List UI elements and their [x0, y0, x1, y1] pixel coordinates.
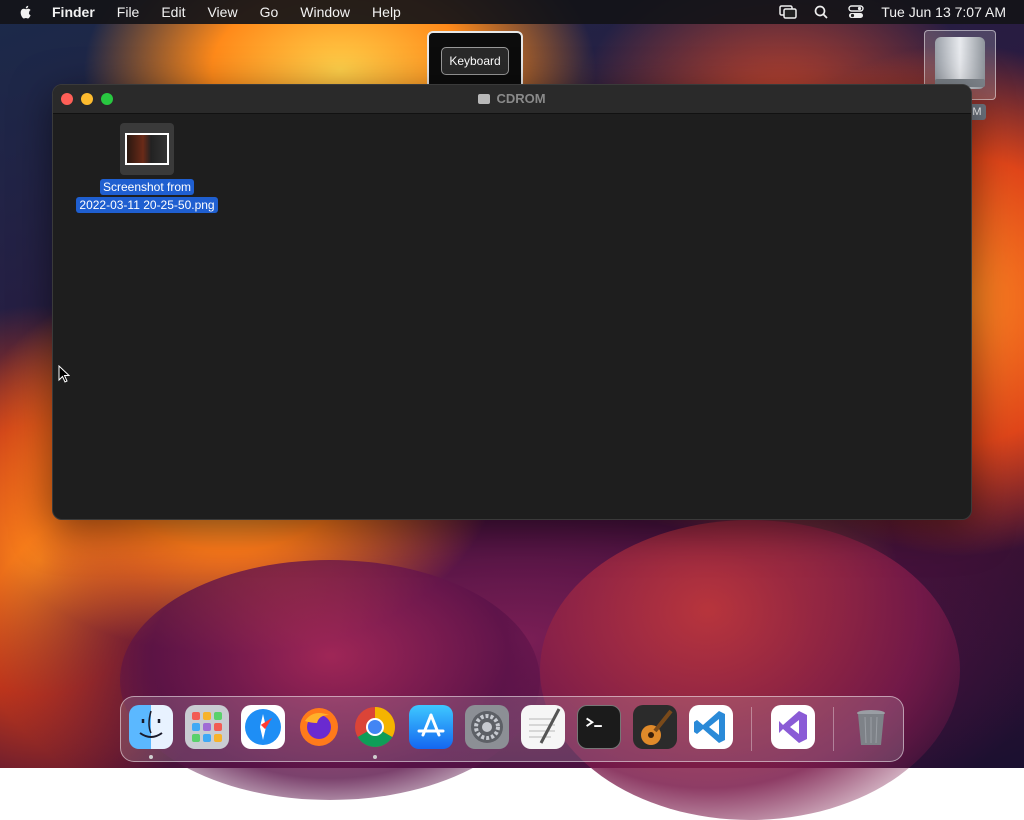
- cdrom-icon: [478, 94, 491, 104]
- running-indicator: [373, 755, 377, 759]
- app-store-icon[interactable]: [409, 705, 453, 749]
- menu-view[interactable]: View: [207, 4, 237, 20]
- spotlight-search-icon[interactable]: [813, 4, 831, 20]
- system-settings-icon[interactable]: [465, 705, 509, 749]
- menu-app-name[interactable]: Finder: [52, 4, 95, 20]
- terminal-icon[interactable]: [577, 705, 621, 749]
- menu-edit[interactable]: Edit: [161, 4, 185, 20]
- running-indicator: [149, 755, 153, 759]
- garageband-icon[interactable]: [633, 705, 677, 749]
- firefox-icon[interactable]: [297, 705, 341, 749]
- file-name-line2[interactable]: 2022-03-11 20-25-50.png: [76, 197, 218, 213]
- window-title: CDROM: [53, 85, 971, 113]
- safari-icon[interactable]: [241, 705, 285, 749]
- file-item[interactable]: Screenshot from 2022-03-11 20-25-50.png: [67, 123, 227, 214]
- file-name-line1[interactable]: Screenshot from: [99, 179, 195, 195]
- window-titlebar[interactable]: CDROM: [53, 85, 971, 114]
- wallpaper-shape: [540, 520, 960, 820]
- finder-icon[interactable]: [129, 705, 173, 749]
- wallpaper-shape: [120, 560, 540, 800]
- menu-help[interactable]: Help: [372, 4, 401, 20]
- apple-menu-icon[interactable]: [18, 4, 34, 20]
- dock-separator: [833, 707, 834, 751]
- mouse-pointer-icon: [58, 365, 70, 383]
- control-center-icon[interactable]: [847, 4, 865, 20]
- trash-icon[interactable]: [849, 705, 893, 749]
- menu-bar: Finder File Edit View Go Window Help Tue…: [0, 0, 1024, 24]
- chrome-icon[interactable]: [353, 705, 397, 749]
- textedit-icon[interactable]: [521, 705, 565, 749]
- vscode-icon[interactable]: [689, 705, 733, 749]
- file-thumbnail[interactable]: [120, 123, 174, 175]
- image-thumbnail-icon: [125, 133, 169, 165]
- screen-mirroring-icon[interactable]: [779, 4, 797, 20]
- dock-separator: [751, 707, 752, 751]
- keyboard-popup: Keyboard: [427, 31, 523, 91]
- dock: [120, 696, 904, 762]
- window-title-text: CDROM: [496, 91, 546, 106]
- menu-bar-clock[interactable]: Tue Jun 13 7:07 AM: [881, 4, 1006, 20]
- menu-window[interactable]: Window: [300, 4, 350, 20]
- menu-file[interactable]: File: [117, 4, 140, 20]
- keyboard-button[interactable]: Keyboard: [441, 47, 509, 75]
- finder-window: CDROM Screenshot from 2022-03-11 20-25-5…: [52, 84, 972, 520]
- menu-go[interactable]: Go: [260, 4, 279, 20]
- visual-studio-icon[interactable]: [771, 705, 815, 749]
- launchpad-icon[interactable]: [185, 705, 229, 749]
